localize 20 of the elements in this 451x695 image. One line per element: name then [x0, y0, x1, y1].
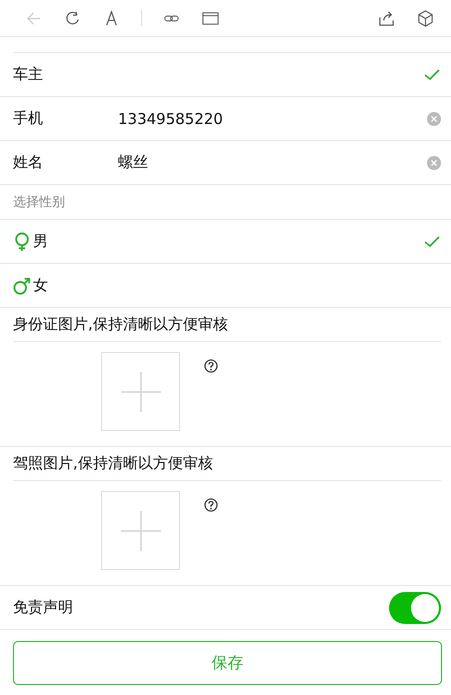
male-symbol-icon [13, 276, 31, 296]
section-title: 选择性别 [13, 194, 65, 211]
field-label: 姓名 [13, 153, 44, 172]
gender-option[interactable]: 女 [33, 276, 48, 295]
plus-icon [120, 372, 160, 412]
cube-icon[interactable] [416, 8, 435, 28]
gender-option[interactable]: 男 [33, 232, 48, 251]
toggle-switch[interactable] [389, 592, 441, 624]
upload-title: 驾照图片,保持清晰以方便审核 [13, 454, 213, 473]
share-icon[interactable] [377, 8, 396, 28]
field-label: 手机 [13, 109, 44, 128]
disclaimer-label: 免责声明 [13, 598, 73, 617]
input-field[interactable]: 13349585220 [118, 110, 427, 128]
help-icon[interactable] [204, 498, 218, 512]
input-field[interactable]: 螺丝 [118, 154, 427, 172]
plus-icon [120, 510, 160, 550]
help-icon[interactable] [204, 359, 218, 373]
female-symbol-icon [13, 232, 31, 252]
owner-label: 车主 [13, 65, 43, 84]
upload-title: 身份证图片,保持清晰以方便审核 [13, 315, 228, 334]
